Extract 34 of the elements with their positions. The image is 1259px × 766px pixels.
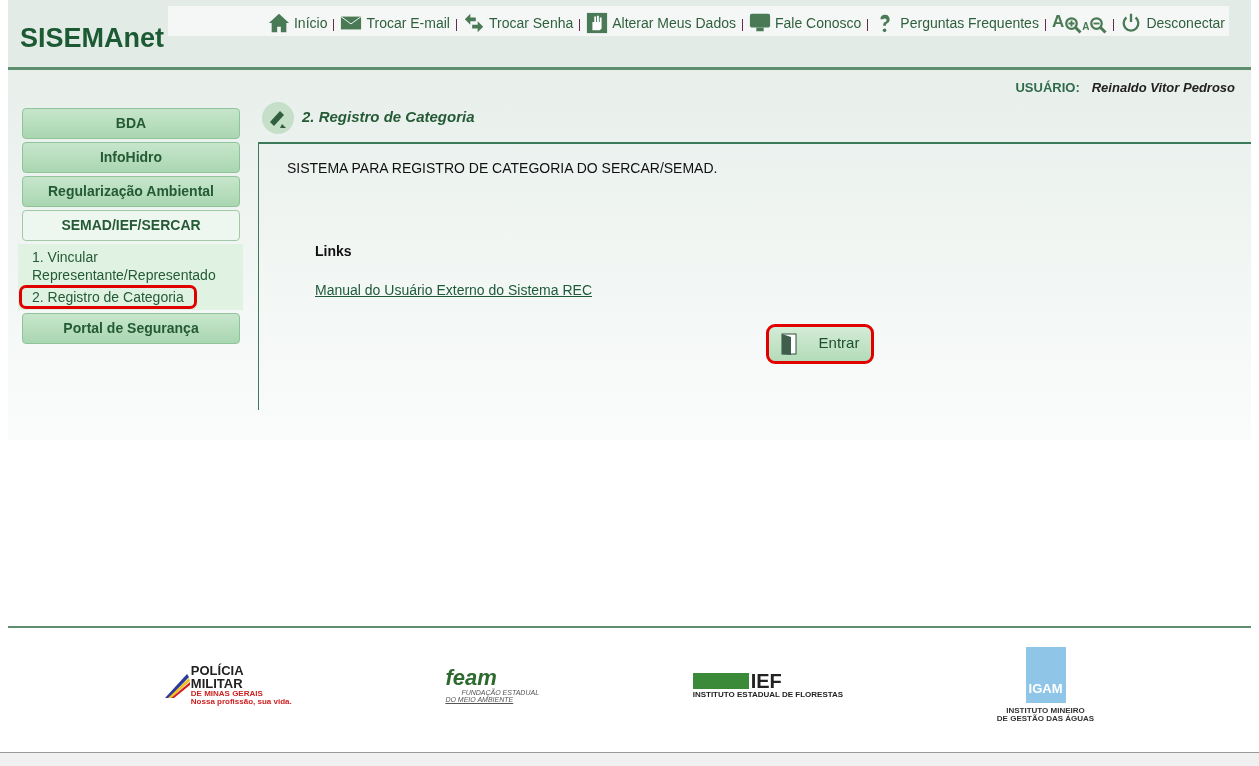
sidebar-menu-button[interactable]: BDA <box>22 108 240 139</box>
toolbar-link[interactable]: Alterar Meus Dados <box>586 12 736 34</box>
house-icon <box>267 12 290 34</box>
user-name: Reinaldo Vitor Pedroso <box>1091 79 1235 97</box>
links-heading: Links <box>315 241 353 261</box>
sidebar-menu-button[interactable]: SEMAD/IEF/SERCAR <box>22 210 240 241</box>
pencil-badge-icon <box>262 101 294 134</box>
monitor-icon <box>748 12 771 34</box>
decrease-font-button[interactable]: A <box>1082 16 1108 34</box>
user-label: USUÁRIO: <box>1015 79 1080 97</box>
toolbar-link[interactable]: Perguntas Frequentes <box>874 12 1039 34</box>
police-logo: POLÍCIA MILITAR DE MINAS GERAIS Nossa profissão, sua vida. <box>164 664 292 706</box>
sidebar-menu-button[interactable]: Regularização Ambiental <box>22 176 240 207</box>
zoom-in-icon <box>1064 16 1083 34</box>
enter-button[interactable]: Entrar <box>768 326 872 361</box>
toolbar-link[interactable]: Trocar Senha <box>462 12 574 34</box>
sidebar-menu-button[interactable]: Portal de Segurança <box>22 313 240 344</box>
submenu-link[interactable]: 1. Vincular Representante/Representado <box>18 248 243 284</box>
description-text: SISTEMA PARA REGISTRO DE CATEGORIA DO SERCAR/SEMAD. <box>286 158 719 178</box>
toolbar-link[interactable]: Início <box>267 12 328 34</box>
page-title: 2. Registro de Categoria <box>302 107 475 128</box>
zoom-out-icon <box>1089 16 1108 34</box>
submenu-link[interactable]: 2. Registro de Categoria <box>22 288 194 306</box>
igam-logo: IGAM INSTITUTO MINEIRO DE GESTÃO DAS ÁGUAS <box>996 647 1095 723</box>
toolbar-link[interactable]: Fale Conosco <box>748 12 862 34</box>
swap-arrows-icon <box>462 12 485 34</box>
toolbar-link[interactable]: Trocar E-mail <box>340 12 450 34</box>
sidebar-menu-button[interactable]: InfoHidro <box>22 142 240 173</box>
increase-font-button[interactable]: A <box>1051 8 1083 34</box>
manual-link[interactable]: Manual do Usuário Externo do Sistema REC <box>315 279 593 301</box>
toolbar-link[interactable]: Desconectar <box>1120 12 1225 34</box>
site-logo: SISEMAnet <box>20 22 165 55</box>
door-icon <box>780 332 799 355</box>
ief-logo: IEF INSTITUTO ESTADUAL DE FLORESTAS <box>692 671 844 699</box>
